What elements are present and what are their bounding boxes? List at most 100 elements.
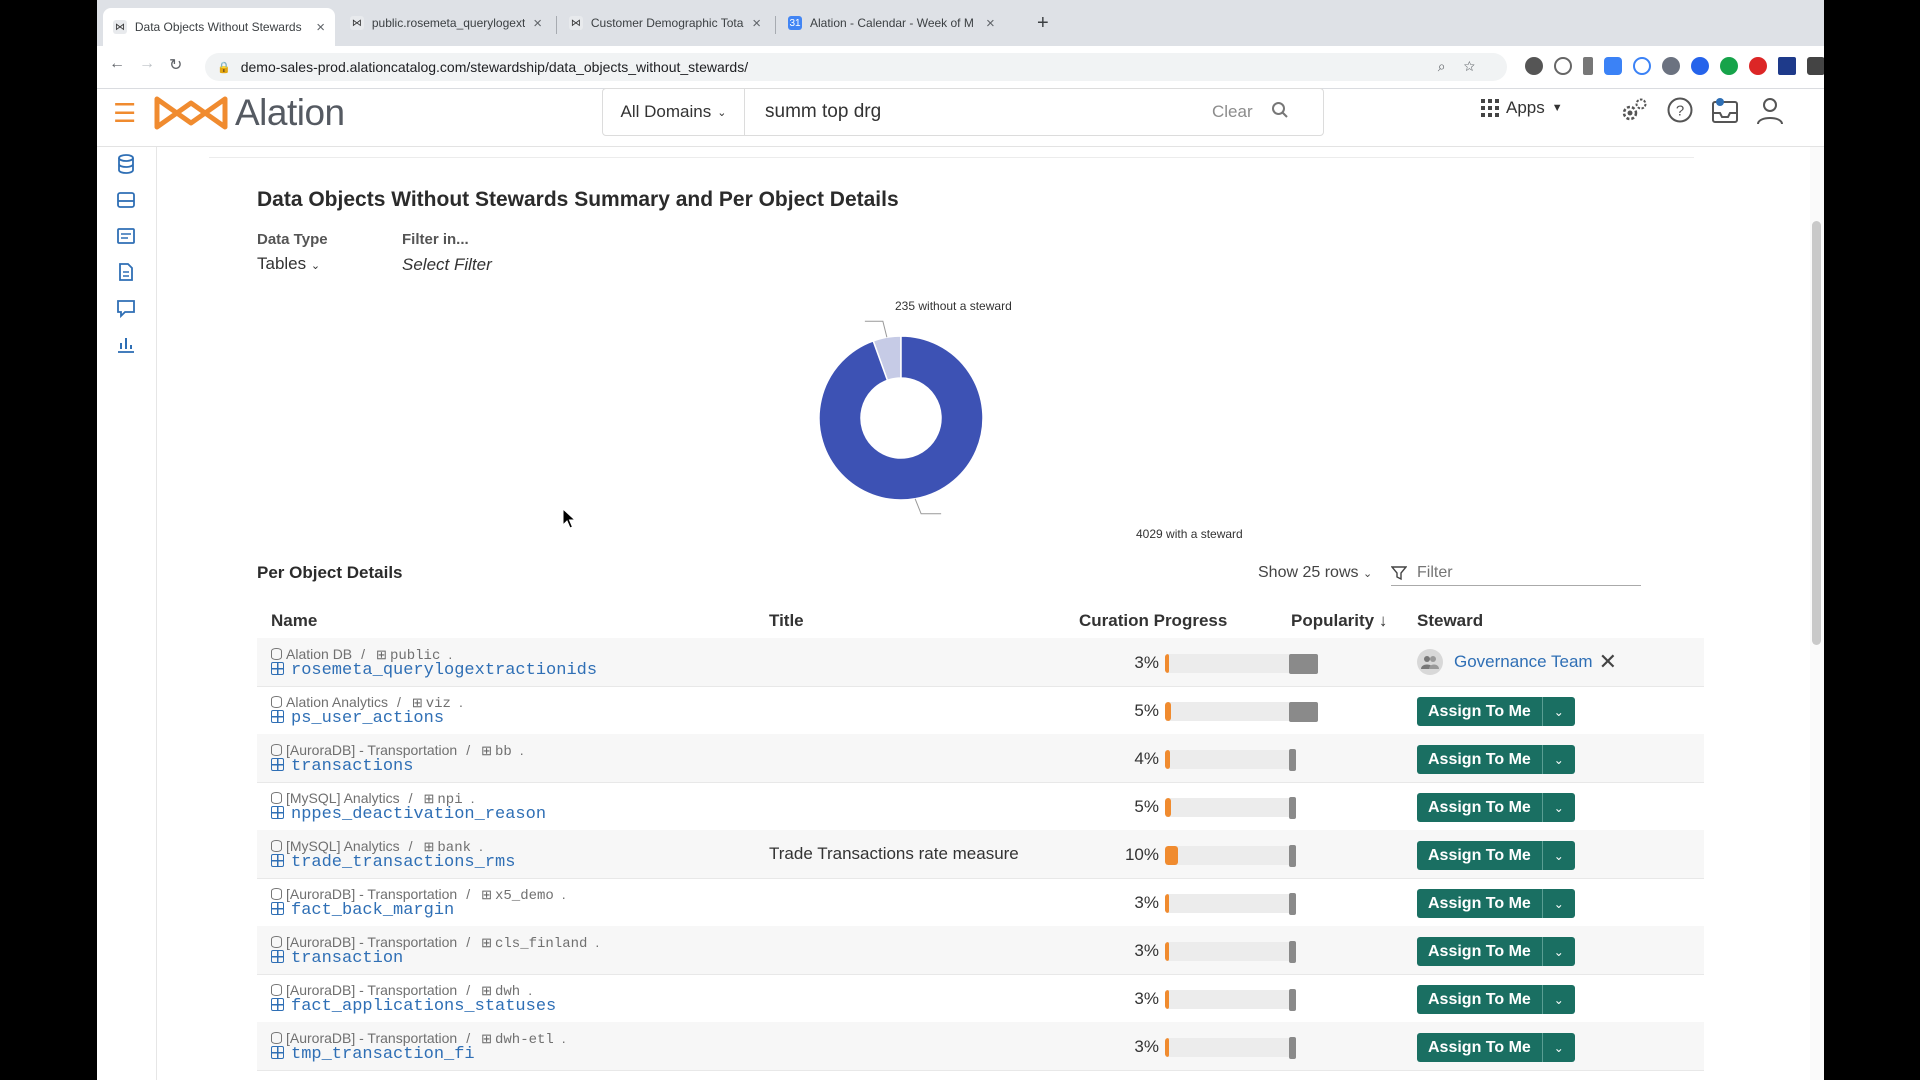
- bar-chart-icon[interactable]: [115, 333, 137, 355]
- schema-link[interactable]: bb: [495, 744, 512, 760]
- schema-link[interactable]: cls_finland: [495, 936, 587, 952]
- assign-to-me-button[interactable]: Assign To Me: [1417, 745, 1542, 774]
- database-icon[interactable]: [115, 153, 137, 175]
- datasource-link[interactable]: [AuroraDB] - Transportation: [286, 1030, 457, 1046]
- domain-select[interactable]: All Domains ⌄: [603, 89, 745, 135]
- browser-tab-2[interactable]: ⋈ public.rosemeta_querylogextractionids …: [340, 8, 552, 38]
- document-icon[interactable]: [115, 261, 137, 283]
- remove-steward-icon[interactable]: ✕: [1599, 649, 1617, 675]
- assign-options-dropdown[interactable]: ⌄: [1541, 985, 1575, 1014]
- extension-icon[interactable]: [1691, 57, 1709, 75]
- assign-to-me-button[interactable]: Assign To Me: [1417, 841, 1542, 870]
- extension-icon[interactable]: [1554, 57, 1572, 75]
- browser-tab-4[interactable]: 31 Alation - Calendar - Week of M ×: [778, 8, 1010, 38]
- assign-options-dropdown[interactable]: ⌄: [1541, 793, 1575, 822]
- assign-options-dropdown[interactable]: ⌄: [1541, 937, 1575, 966]
- close-tab-icon[interactable]: ×: [316, 19, 325, 36]
- new-tab-button[interactable]: +: [1037, 12, 1049, 35]
- datasource-link[interactable]: Alation DB: [286, 646, 352, 662]
- object-name-link[interactable]: rosemeta_querylogextractionids: [271, 661, 597, 680]
- extension-icon[interactable]: [1633, 57, 1651, 75]
- data-type-select[interactable]: Tables ⌄: [257, 254, 320, 274]
- storage-icon[interactable]: [115, 189, 137, 211]
- column-header-name[interactable]: Name: [271, 611, 317, 631]
- object-name-link[interactable]: transactions: [271, 757, 413, 776]
- datasource-link[interactable]: [AuroraDB] - Transportation: [286, 886, 457, 902]
- filter-input[interactable]: [1415, 563, 1619, 583]
- datasource-link[interactable]: [AuroraDB] - Transportation: [286, 742, 457, 758]
- datasource-link[interactable]: [MySQL] Analytics: [286, 838, 400, 854]
- table-row[interactable]: [AuroraDB] - Transportation / ⊞ dwh. fact_ap…: [257, 974, 1704, 1023]
- back-icon[interactable]: ←: [109, 55, 125, 73]
- datasource-link[interactable]: Alation Analytics: [286, 694, 388, 710]
- schema-link[interactable]: dwh-etl: [495, 1032, 554, 1048]
- column-header-curation-progress[interactable]: Curation Progress: [1079, 611, 1227, 631]
- search-icon[interactable]: [1271, 101, 1289, 124]
- assign-options-dropdown[interactable]: ⌄: [1541, 745, 1575, 774]
- table-row[interactable]: [AuroraDB] - Transportation / ⊞ cls_finland…: [257, 926, 1704, 975]
- table-row[interactable]: Alation Analytics / ⊞ viz. ps_user_actions 5%…: [257, 686, 1704, 735]
- address-bar[interactable]: 🔒 demo-sales-prod.alationcatalog.com/ste…: [205, 53, 1507, 81]
- table-row[interactable]: [MySQL] Analytics / ⊞ bank. trade_transactio…: [257, 830, 1704, 879]
- column-header-steward[interactable]: Steward: [1417, 611, 1483, 631]
- zoom-extension-icon[interactable]: [1604, 57, 1622, 75]
- extension-icon[interactable]: [1662, 57, 1680, 75]
- datasource-link[interactable]: [AuroraDB] - Transportation: [286, 982, 457, 998]
- column-header-title[interactable]: Title: [769, 611, 804, 631]
- object-name-link[interactable]: nppes_deactivation_reason: [271, 805, 546, 824]
- extension-icon[interactable]: [1749, 57, 1767, 75]
- dashboard-icon[interactable]: [115, 225, 137, 247]
- hamburger-menu-icon[interactable]: ☰: [113, 98, 136, 129]
- assign-options-dropdown[interactable]: ⌄: [1541, 841, 1575, 870]
- zoom-and-bookmark-icons[interactable]: ⌕☆: [1438, 58, 1493, 75]
- table-row[interactable]: [MySQL] Analytics / ⊞ npi. nppes_deactivatio…: [257, 782, 1704, 831]
- assign-options-dropdown[interactable]: ⌄: [1541, 1033, 1575, 1062]
- donut-slice-with-steward[interactable]: [818, 335, 984, 501]
- schema-link[interactable]: x5_demo: [495, 888, 554, 904]
- object-name-link[interactable]: ps_user_actions: [271, 709, 444, 728]
- table-row[interactable]: [AuroraDB] - Transportation / ⊞ dwh-etl. tmp…: [257, 1022, 1704, 1071]
- puzzle-icon[interactable]: [1807, 57, 1824, 75]
- assign-to-me-button[interactable]: Assign To Me: [1417, 697, 1542, 726]
- object-name-link[interactable]: transaction: [271, 949, 403, 968]
- close-tab-icon[interactable]: ×: [752, 15, 761, 32]
- show-rows-select[interactable]: Show 25 rows ⌄: [1258, 564, 1372, 582]
- search-input[interactable]: [763, 100, 1197, 124]
- assign-options-dropdown[interactable]: ⌄: [1541, 889, 1575, 918]
- extension-icon[interactable]: [1778, 57, 1796, 75]
- datasource-link[interactable]: [AuroraDB] - Transportation: [286, 934, 457, 950]
- assign-options-dropdown[interactable]: ⌄: [1541, 697, 1575, 726]
- clear-search-link[interactable]: Clear: [1212, 102, 1253, 122]
- select-filter-link[interactable]: Select Filter: [402, 255, 492, 275]
- steward-name-link[interactable]: Governance Team: [1454, 652, 1593, 672]
- table-row[interactable]: [AuroraDB] - Transportation / ⊞ x5_demo. fac…: [257, 878, 1704, 927]
- assign-to-me-button[interactable]: Assign To Me: [1417, 889, 1542, 918]
- assign-to-me-button[interactable]: Assign To Me: [1417, 937, 1542, 966]
- browser-tab-3[interactable]: ⋈ Customer Demographic Totals ×: [559, 8, 771, 38]
- close-tab-icon[interactable]: ×: [533, 15, 542, 32]
- close-tab-icon[interactable]: ×: [986, 15, 995, 32]
- reload-icon[interactable]: ↻: [169, 55, 182, 75]
- scrollbar-thumb[interactable]: [1812, 221, 1821, 645]
- extension-icon[interactable]: [1720, 57, 1738, 75]
- settings-gears-icon[interactable]: [1619, 96, 1649, 131]
- inbox-icon[interactable]: [1710, 96, 1742, 131]
- object-name-link[interactable]: fact_back_margin: [271, 901, 454, 920]
- alation-logo[interactable]: Alation: [153, 92, 345, 134]
- object-name-link[interactable]: tmp_transaction_fi: [271, 1045, 475, 1064]
- user-profile-icon[interactable]: [1755, 96, 1785, 131]
- eyedropper-icon[interactable]: [1583, 57, 1593, 75]
- table-row[interactable]: Alation DB / ⊞ public. rosemeta_querylogextr…: [257, 638, 1704, 687]
- assign-to-me-button[interactable]: Assign To Me: [1417, 793, 1542, 822]
- help-icon[interactable]: ?: [1666, 96, 1694, 129]
- apps-menu[interactable]: Apps ▼: [1481, 98, 1563, 118]
- browser-tab-1[interactable]: ⋈ Data Objects Without Stewards ×: [103, 8, 335, 46]
- object-name-link[interactable]: fact_applications_statuses: [271, 997, 556, 1016]
- conversation-icon[interactable]: [115, 297, 137, 319]
- page-scrollbar[interactable]: [1810, 147, 1824, 1080]
- assign-to-me-button[interactable]: Assign To Me: [1417, 1033, 1542, 1062]
- forward-icon[interactable]: →: [139, 55, 155, 73]
- extension-icon[interactable]: [1525, 57, 1543, 75]
- datasource-link[interactable]: [MySQL] Analytics: [286, 790, 400, 806]
- assign-to-me-button[interactable]: Assign To Me: [1417, 985, 1542, 1014]
